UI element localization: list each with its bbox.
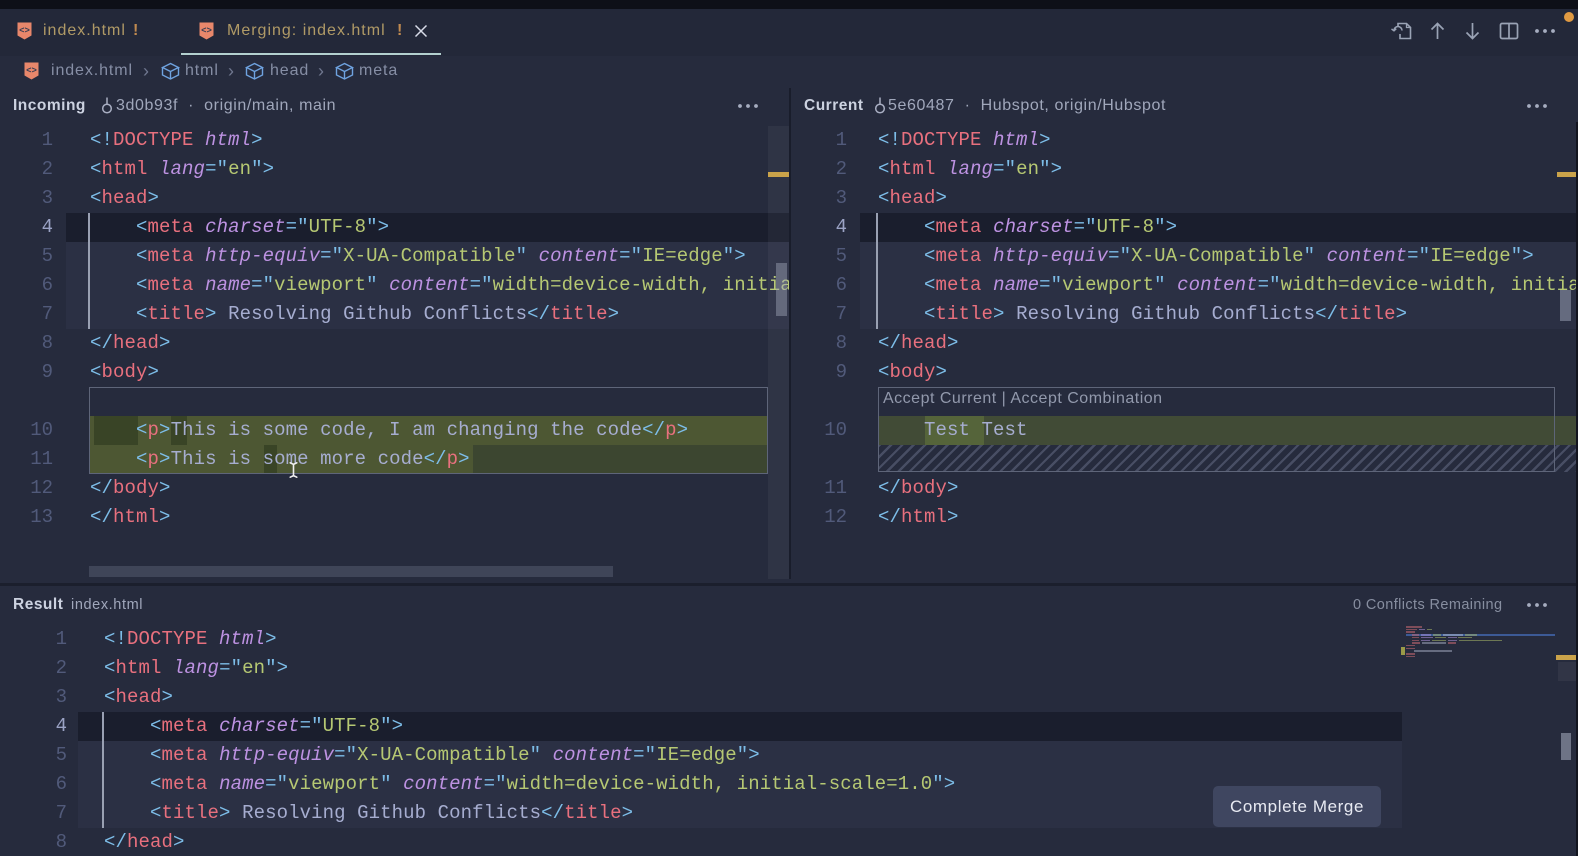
svg-text:<>: <> (19, 26, 30, 36)
svg-text:<>: <> (201, 26, 212, 36)
svg-text:<>: <> (26, 66, 37, 76)
